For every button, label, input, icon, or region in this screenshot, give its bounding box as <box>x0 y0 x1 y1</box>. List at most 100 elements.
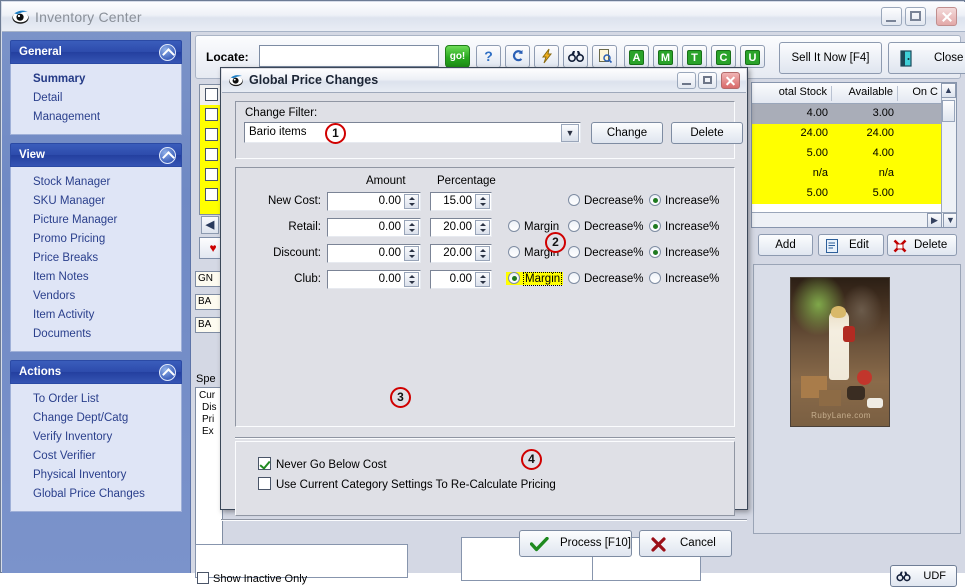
badge-a-button[interactable]: A <box>624 45 649 68</box>
table-row[interactable]: 5.00 5.00 <box>752 184 956 204</box>
dialog-minimize-button[interactable] <box>677 72 696 89</box>
never-go-below-cost-checkbox[interactable]: Never Go Below Cost <box>258 457 387 471</box>
discount-percentage-input[interactable]: 20.00 <box>430 244 492 263</box>
retail-margin-radio[interactable]: Margin <box>508 220 559 233</box>
sidebar-item-summary[interactable]: Summary <box>11 70 181 89</box>
new-cost-decrease-radio[interactable]: Decrease% <box>568 194 643 207</box>
checkbox-box[interactable] <box>258 457 271 470</box>
club-increase-radio[interactable]: Increase% <box>649 272 719 285</box>
sidebar-item-item-notes[interactable]: Item Notes <box>11 268 181 287</box>
chevron-up-icon[interactable] <box>159 44 176 61</box>
table-row[interactable]: 4.00 3.00 <box>752 104 956 124</box>
column-header-available[interactable]: Available <box>832 86 898 101</box>
spinner-up-down-icon[interactable] <box>404 220 419 235</box>
show-inactive-only-checkbox[interactable]: Show Inactive Only <box>197 572 307 585</box>
badge-t-button[interactable]: T <box>682 45 707 68</box>
column-header-total-stock[interactable]: otal Stock <box>752 86 832 101</box>
process-button[interactable]: Process [F10] <box>519 530 632 557</box>
sidebar-item-picture-manager[interactable]: Picture Manager <box>11 211 181 230</box>
row-checkbox[interactable] <box>205 88 218 101</box>
spinner-up-down-icon[interactable] <box>475 246 490 261</box>
list-item[interactable]: Dis <box>199 402 222 414</box>
spinner-up-down-icon[interactable] <box>475 220 490 235</box>
sidebar-panel-header-actions[interactable]: Actions <box>10 360 182 384</box>
retail-increase-radio[interactable]: Increase% <box>649 220 719 233</box>
sell-it-now-button[interactable]: Sell It Now [F4] <box>779 42 882 74</box>
discount-amount-input[interactable]: 0.00 <box>327 244 421 263</box>
field-stub-ba-2[interactable]: BA <box>195 317 223 333</box>
minimize-button[interactable] <box>881 7 902 26</box>
table-horizontal-scrollbar[interactable]: ▶ ▼ <box>752 212 956 227</box>
sidebar-panel-header-view[interactable]: View <box>10 143 182 167</box>
sidebar-item-item-activity[interactable]: Item Activity <box>11 306 181 325</box>
sidebar-item-physical-inventory[interactable]: Physical Inventory <box>11 466 181 485</box>
table-row[interactable]: 5.00 4.00 <box>752 144 956 164</box>
go-button[interactable]: go! <box>445 45 470 68</box>
table-row[interactable]: 24.00 24.00 <box>752 124 956 144</box>
sidebar-item-cost-verifier[interactable]: Cost Verifier <box>11 447 181 466</box>
sidebar-item-detail[interactable]: Detail <box>11 89 181 108</box>
column-header-on-order[interactable]: On C <box>898 86 942 101</box>
list-item[interactable]: Cur <box>199 390 222 402</box>
badge-c-button[interactable]: C <box>711 45 736 68</box>
chevron-up-icon[interactable] <box>159 147 176 164</box>
row-checkbox[interactable] <box>205 108 218 121</box>
table-row[interactable]: n/a n/a <box>752 164 956 184</box>
discount-increase-radio[interactable]: Increase% <box>649 246 719 259</box>
dialog-close-button[interactable] <box>721 72 740 89</box>
row-checkbox[interactable] <box>205 148 218 161</box>
spinner-up-down-icon[interactable] <box>404 246 419 261</box>
spinner-up-down-icon[interactable] <box>404 194 419 209</box>
sidebar-item-price-breaks[interactable]: Price Breaks <box>11 249 181 268</box>
club-percentage-input[interactable]: 0.00 <box>430 270 492 289</box>
use-current-category-settings-checkbox[interactable]: Use Current Category Settings To Re-Calc… <box>258 477 556 491</box>
close-window-button[interactable] <box>936 7 957 26</box>
new-cost-amount-input[interactable]: 0.00 <box>327 192 421 211</box>
sidebar-item-documents[interactable]: Documents <box>11 325 181 344</box>
badge-m-button[interactable]: M <box>653 45 678 68</box>
lightning-bolt-icon[interactable] <box>534 45 559 68</box>
table-vertical-scrollbar[interactable]: ▲ <box>941 83 956 214</box>
row-checkbox[interactable] <box>205 168 218 181</box>
sidebar-item-stock-manager[interactable]: Stock Manager <box>11 173 181 192</box>
locate-input[interactable] <box>259 45 439 67</box>
filter-change-button[interactable]: Change <box>591 122 663 144</box>
help-question-icon[interactable]: ? <box>476 45 501 68</box>
sidebar-item-sku-manager[interactable]: SKU Manager <box>11 192 181 211</box>
sidebar-panel-header-general[interactable]: General <box>10 40 182 64</box>
row-checkbox[interactable] <box>205 128 218 141</box>
cancel-button[interactable]: Cancel <box>639 530 732 557</box>
add-button[interactable]: Add <box>758 234 813 256</box>
change-filter-combobox[interactable]: Bario items ▼ <box>244 122 581 143</box>
scrollbar-thumb[interactable] <box>942 100 955 122</box>
spinner-up-down-icon[interactable] <box>475 272 490 287</box>
document-preview-icon[interactable] <box>592 45 617 68</box>
club-decrease-radio[interactable]: Decrease% <box>568 272 643 285</box>
chevron-up-icon[interactable] <box>159 364 176 381</box>
checkbox-box[interactable] <box>197 572 209 584</box>
field-stub-ba-1[interactable]: BA <box>195 294 223 310</box>
chevron-down-icon[interactable]: ▼ <box>561 124 579 142</box>
spinner-up-down-icon[interactable] <box>475 194 490 209</box>
sidebar-item-to-order-list[interactable]: To Order List <box>11 390 181 409</box>
sidebar-item-verify-inventory[interactable]: Verify Inventory <box>11 428 181 447</box>
retail-amount-input[interactable]: 0.00 <box>327 218 421 237</box>
row-checkbox[interactable] <box>205 188 218 201</box>
spinner-up-down-icon[interactable] <box>404 272 419 287</box>
maximize-button[interactable] <box>905 7 926 26</box>
scroll-right-icon[interactable]: ▶ <box>927 213 942 227</box>
discount-decrease-radio[interactable]: Decrease% <box>568 246 643 259</box>
item-photo[interactable]: RubyLane.com <box>790 277 890 427</box>
new-cost-increase-radio[interactable]: Increase% <box>649 194 719 207</box>
field-stub-gn[interactable]: GN <box>195 271 223 287</box>
retail-percentage-input[interactable]: 20.00 <box>430 218 492 237</box>
edit-button[interactable]: Edit <box>818 234 884 256</box>
filter-delete-button[interactable]: Delete <box>671 122 743 144</box>
club-amount-input[interactable]: 0.00 <box>327 270 421 289</box>
badge-u-button[interactable]: U <box>740 45 765 68</box>
list-item[interactable]: Ex <box>199 426 222 438</box>
scroll-down-icon[interactable]: ▼ <box>943 213 956 227</box>
dialog-maximize-button[interactable] <box>698 72 717 89</box>
retail-decrease-radio[interactable]: Decrease% <box>568 220 643 233</box>
new-cost-percentage-input[interactable]: 15.00 <box>430 192 492 211</box>
